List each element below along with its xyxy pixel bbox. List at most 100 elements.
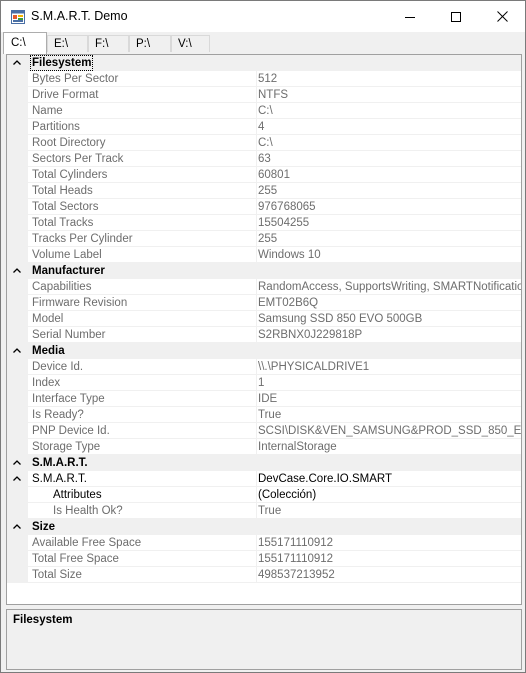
property-value[interactable]: 255: [258, 184, 521, 198]
column-divider[interactable]: [256, 135, 257, 151]
category-filesystem[interactable]: Filesystem: [7, 55, 521, 71]
property-value[interactable]: 155171110912: [258, 552, 521, 566]
property-grid[interactable]: Filesystem Bytes Per Sector 512 Drive Forma…: [6, 54, 522, 605]
property-row[interactable]: Attributes (Colección): [7, 487, 521, 503]
property-value[interactable]: True: [258, 408, 521, 422]
tab-e-drive[interactable]: E:\: [47, 35, 88, 52]
property-row[interactable]: Available Free Space 155171110912: [7, 535, 521, 551]
property-value[interactable]: True: [258, 504, 521, 518]
property-row[interactable]: Sectors Per Track 63: [7, 151, 521, 167]
property-row[interactable]: Device Id. \\.\PHYSICALDRIVE1: [7, 359, 521, 375]
column-divider[interactable]: [256, 119, 257, 135]
column-divider[interactable]: [256, 503, 257, 519]
property-value[interactable]: S2RBNX0J229818P: [258, 328, 521, 342]
category-s-m-a-r-t[interactable]: S.M.A.R.T.: [7, 455, 521, 471]
column-divider[interactable]: [256, 487, 257, 503]
property-row[interactable]: Name C:\: [7, 103, 521, 119]
property-row[interactable]: Root Directory C:\: [7, 135, 521, 151]
maximize-button[interactable]: [433, 1, 479, 32]
property-value[interactable]: \\.\PHYSICALDRIVE1: [258, 360, 521, 374]
close-button[interactable]: [479, 1, 525, 32]
tab-p-drive[interactable]: P:\: [129, 35, 171, 52]
tab-c-drive[interactable]: C:\: [3, 32, 47, 54]
category-size[interactable]: Size: [7, 519, 521, 535]
property-value[interactable]: 976768065: [258, 200, 521, 214]
property-value[interactable]: 15504255: [258, 216, 521, 230]
title-bar[interactable]: S.M.A.R.T. Demo: [1, 1, 525, 32]
column-divider[interactable]: [256, 391, 257, 407]
property-row[interactable]: PNP Device Id. SCSI\DISK&VEN_SAMSUNG&PROD…: [7, 423, 521, 439]
chevron-up-icon[interactable]: [12, 522, 22, 532]
column-divider[interactable]: [256, 551, 257, 567]
property-row[interactable]: Total Sectors 976768065: [7, 199, 521, 215]
property-value[interactable]: IDE: [258, 392, 521, 406]
property-value[interactable]: C:\: [258, 136, 521, 150]
property-value[interactable]: EMT02B6Q: [258, 296, 521, 310]
property-row[interactable]: Bytes Per Sector 512: [7, 71, 521, 87]
property-value[interactable]: C:\: [258, 104, 521, 118]
property-row[interactable]: Tracks Per Cylinder 255: [7, 231, 521, 247]
column-divider[interactable]: [256, 471, 257, 487]
property-value[interactable]: Samsung SSD 850 EVO 500GB: [258, 312, 521, 326]
property-value[interactable]: 512: [258, 72, 521, 86]
column-divider[interactable]: [256, 71, 257, 87]
property-row[interactable]: Volume Label Windows 10: [7, 247, 521, 263]
property-row[interactable]: Total Size 498537213952: [7, 567, 521, 583]
property-row[interactable]: Drive Format NTFS: [7, 87, 521, 103]
column-divider[interactable]: [256, 151, 257, 167]
category-manufacturer[interactable]: Manufacturer: [7, 263, 521, 279]
column-divider[interactable]: [256, 231, 257, 247]
column-divider[interactable]: [256, 375, 257, 391]
property-row[interactable]: Model Samsung SSD 850 EVO 500GB: [7, 311, 521, 327]
property-row[interactable]: Interface Type IDE: [7, 391, 521, 407]
column-divider[interactable]: [256, 247, 257, 263]
property-value[interactable]: 255: [258, 232, 521, 246]
property-row[interactable]: Storage Type InternalStorage: [7, 439, 521, 455]
column-divider[interactable]: [256, 87, 257, 103]
column-divider[interactable]: [256, 423, 257, 439]
column-divider[interactable]: [256, 567, 257, 583]
property-row[interactable]: S.M.A.R.T. DevCase.Core.IO.SMART: [7, 471, 521, 487]
property-value[interactable]: 60801: [258, 168, 521, 182]
column-divider[interactable]: [256, 215, 257, 231]
column-divider[interactable]: [256, 295, 257, 311]
column-divider[interactable]: [256, 183, 257, 199]
column-divider[interactable]: [256, 279, 257, 295]
property-row[interactable]: Total Cylinders 60801: [7, 167, 521, 183]
property-value[interactable]: InternalStorage: [258, 440, 521, 454]
column-divider[interactable]: [256, 199, 257, 215]
column-divider[interactable]: [256, 167, 257, 183]
property-value[interactable]: 155171110912: [258, 536, 521, 550]
property-row[interactable]: Index 1: [7, 375, 521, 391]
property-value[interactable]: SCSI\DISK&VEN_SAMSUNG&PROD_SSD_850_EVO_: [258, 424, 521, 438]
column-divider[interactable]: [256, 407, 257, 423]
property-row[interactable]: Firmware Revision EMT02B6Q: [7, 295, 521, 311]
property-value[interactable]: 498537213952: [258, 568, 521, 582]
tab-f-drive[interactable]: F:\: [88, 35, 129, 52]
property-row[interactable]: Total Free Space 155171110912: [7, 551, 521, 567]
chevron-up-icon[interactable]: [12, 346, 22, 356]
property-row[interactable]: Serial Number S2RBNX0J229818P: [7, 327, 521, 343]
column-divider[interactable]: [256, 359, 257, 375]
property-value[interactable]: 4: [258, 120, 521, 134]
property-value[interactable]: (Colección): [258, 488, 521, 502]
property-row[interactable]: Is Ready? True: [7, 407, 521, 423]
chevron-up-icon[interactable]: [12, 58, 22, 68]
property-value[interactable]: DevCase.Core.IO.SMART: [258, 472, 521, 486]
column-divider[interactable]: [256, 311, 257, 327]
minimize-button[interactable]: [387, 1, 433, 32]
property-row[interactable]: Partitions 4: [7, 119, 521, 135]
property-value[interactable]: RandomAccess, SupportsWriting, SMARTNoti…: [258, 280, 521, 294]
chevron-up-icon[interactable]: [12, 266, 22, 276]
column-divider[interactable]: [256, 439, 257, 455]
property-row[interactable]: Total Tracks 15504255: [7, 215, 521, 231]
property-value[interactable]: 1: [258, 376, 521, 390]
column-divider[interactable]: [256, 535, 257, 551]
tab-v-drive[interactable]: V:\: [171, 35, 210, 52]
category-media[interactable]: Media: [7, 343, 521, 359]
chevron-up-icon[interactable]: [12, 474, 22, 484]
property-value[interactable]: 63: [258, 152, 521, 166]
property-row[interactable]: Total Heads 255: [7, 183, 521, 199]
chevron-up-icon[interactable]: [12, 458, 22, 468]
property-row[interactable]: Is Health Ok? True: [7, 503, 521, 519]
